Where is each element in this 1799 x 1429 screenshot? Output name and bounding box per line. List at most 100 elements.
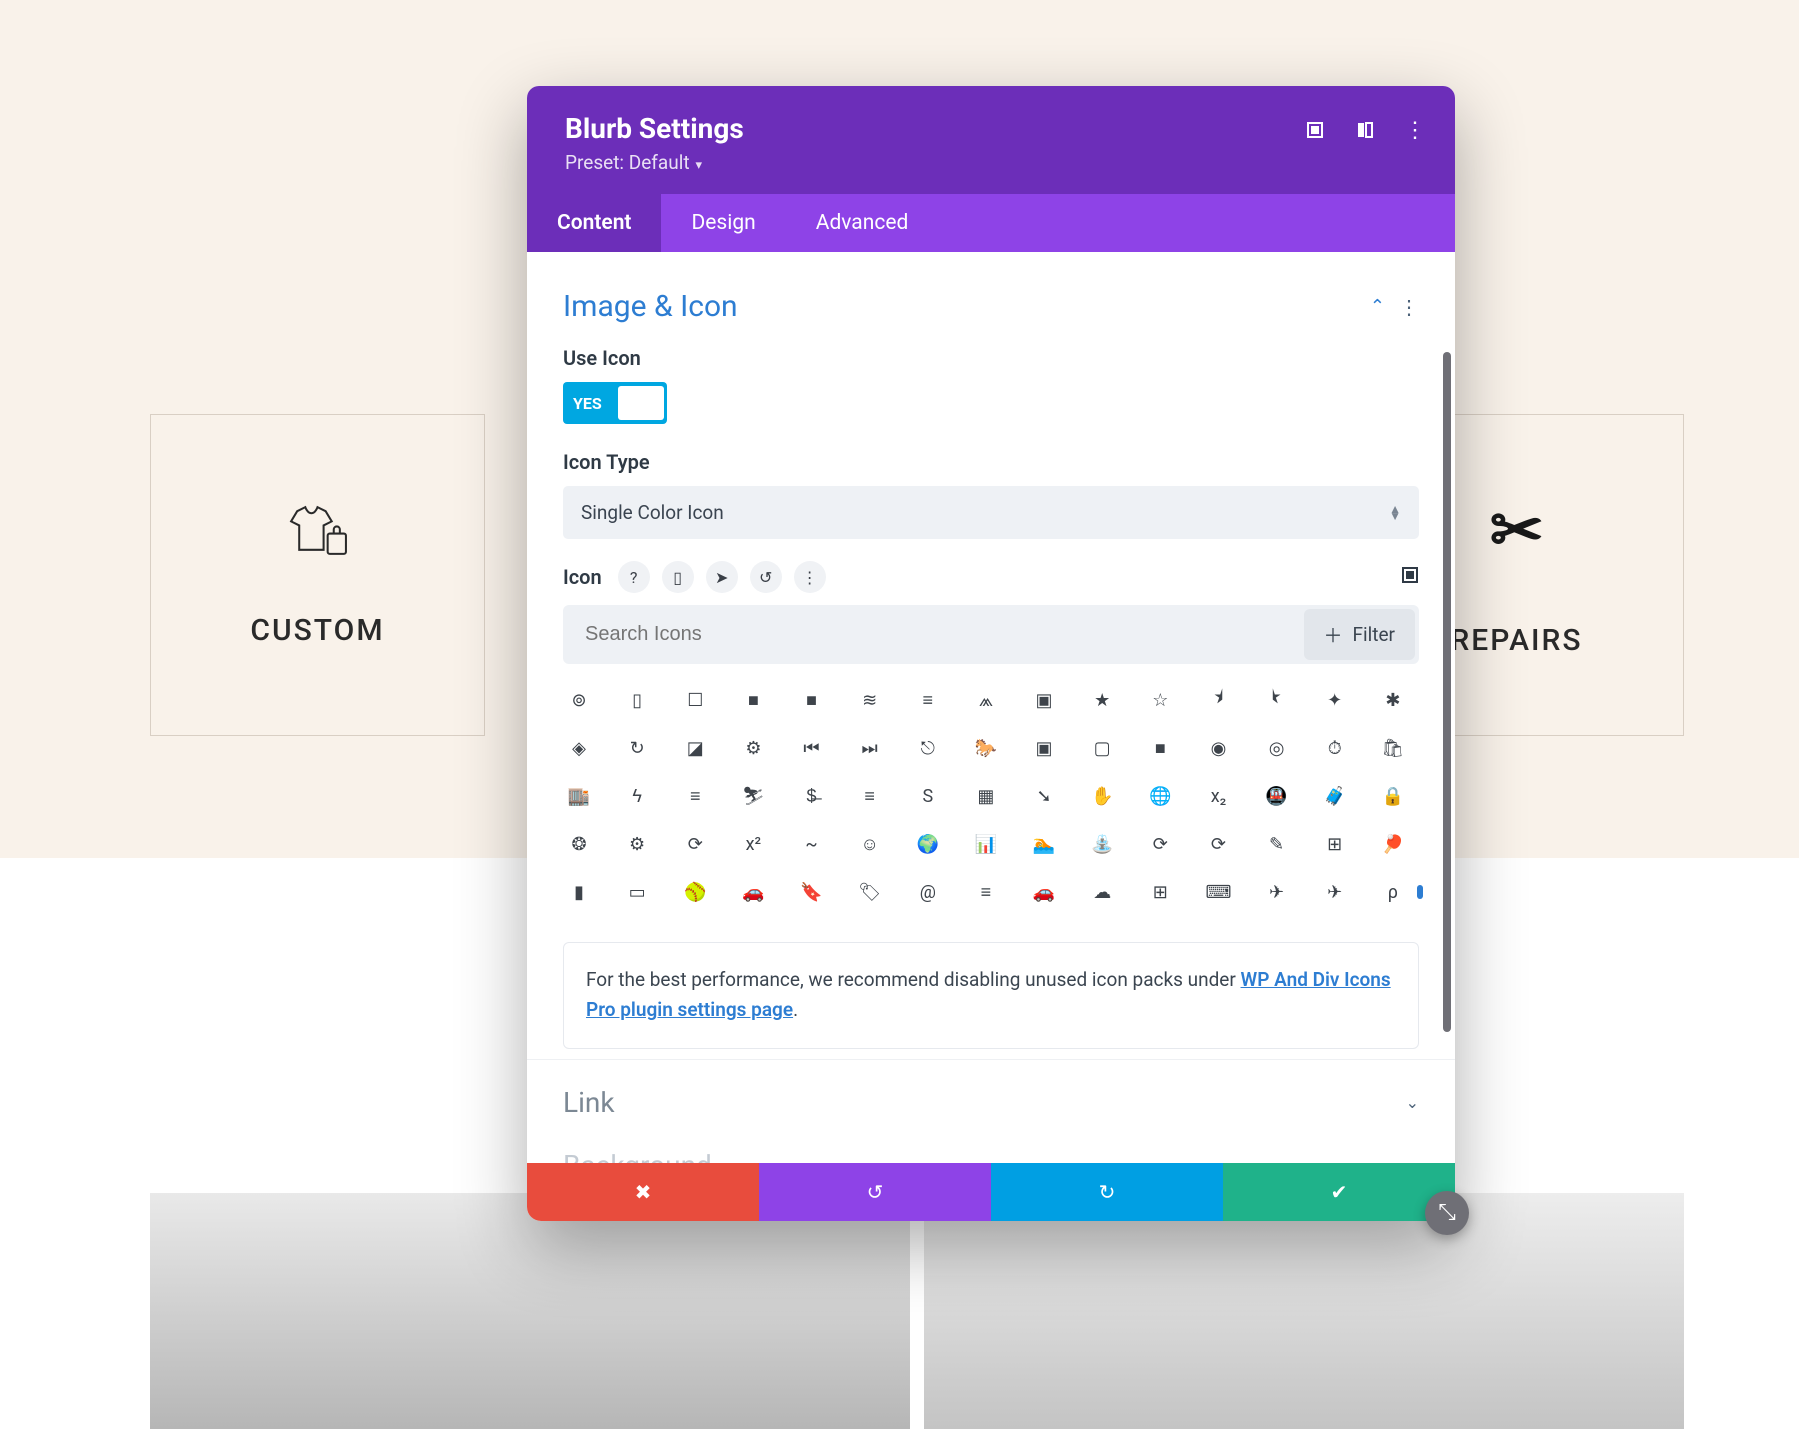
more-icon[interactable]: ⋮ bbox=[794, 561, 826, 593]
icon-option[interactable]: 🥎 bbox=[681, 878, 709, 906]
icon-option[interactable]: ≋ bbox=[856, 686, 884, 714]
icon-option[interactable]: ✋ bbox=[1088, 782, 1116, 810]
icon-option[interactable]: 🏷 bbox=[856, 878, 884, 906]
icon-option[interactable]: ⟳ bbox=[1146, 830, 1174, 858]
icon-option[interactable]: ☆ bbox=[1146, 686, 1174, 714]
icon-option[interactable]: 🛍 bbox=[1379, 734, 1407, 762]
more-icon[interactable] bbox=[1405, 120, 1425, 140]
icon-option[interactable]: ⛲ bbox=[1088, 830, 1116, 858]
save-button[interactable]: ✔ bbox=[1223, 1163, 1455, 1221]
toggle-use-icon[interactable]: YES bbox=[563, 382, 667, 424]
icon-option[interactable]: ⚙ bbox=[623, 830, 651, 858]
icon-option[interactable]: ⏱ bbox=[1321, 734, 1349, 762]
icon-option[interactable]: ⏭ bbox=[856, 734, 884, 762]
icon-option[interactable]: 📊 bbox=[972, 830, 1000, 858]
icon-option[interactable]: ≡ bbox=[972, 878, 1000, 906]
icon-option[interactable]: ▮ bbox=[565, 878, 593, 906]
icon-option[interactable]: ☁ bbox=[1088, 878, 1116, 906]
icon-option[interactable]: 🚇 bbox=[1263, 782, 1291, 810]
icon-option[interactable]: 🔖 bbox=[798, 878, 826, 906]
icon-option[interactable]: ⯩ bbox=[1263, 686, 1291, 714]
section-title-image-icon[interactable]: Image & Icon bbox=[563, 289, 738, 324]
icon-option[interactable]: @ bbox=[914, 878, 942, 906]
icon-option[interactable]: 🔒 bbox=[1379, 782, 1407, 810]
search-icons-input[interactable] bbox=[563, 605, 1300, 664]
icon-option[interactable]: ~ bbox=[798, 830, 826, 858]
section-more-icon[interactable] bbox=[1399, 295, 1419, 319]
icon-option[interactable]: ⊞ bbox=[1146, 878, 1174, 906]
icon-option[interactable]: ☺ bbox=[856, 830, 884, 858]
icon-option[interactable]: ▣ bbox=[1030, 734, 1058, 762]
undo-icon[interactable]: ↺ bbox=[750, 561, 782, 593]
icon-option[interactable]: ϟ bbox=[623, 782, 651, 810]
icon-option[interactable]: ≡ bbox=[681, 782, 709, 810]
section-link[interactable]: Link ⌄ bbox=[527, 1059, 1455, 1145]
icon-option[interactable]: ➘ bbox=[1030, 782, 1058, 810]
icon-option[interactable]: ✈ bbox=[1321, 878, 1349, 906]
tab-content[interactable]: Content bbox=[527, 194, 661, 252]
expand-icon-picker[interactable] bbox=[1401, 566, 1419, 589]
icon-option[interactable]: ■ bbox=[739, 686, 767, 714]
icon-option[interactable]: ☐ bbox=[681, 686, 709, 714]
icon-option[interactable]: 🚗 bbox=[739, 878, 767, 906]
filter-button[interactable]: ＋ Filter bbox=[1304, 609, 1416, 660]
icon-option[interactable]: 🐎 bbox=[972, 734, 1000, 762]
help-icon[interactable]: ? bbox=[618, 561, 650, 593]
icon-option[interactable]: ▣ bbox=[1030, 686, 1058, 714]
icon-option[interactable]: ❂ bbox=[565, 830, 593, 858]
mobile-icon[interactable]: ▯ bbox=[662, 561, 694, 593]
icon-option[interactable]: S bbox=[914, 782, 942, 810]
icon-option[interactable]: ↻ bbox=[623, 734, 651, 762]
icon-option[interactable]: ⟳ bbox=[1204, 830, 1232, 858]
blurb-card-custom[interactable]: CUSTOM bbox=[150, 414, 485, 736]
icon-option[interactable]: ⯨ bbox=[1204, 686, 1232, 714]
icon-option[interactable]: 🏓 bbox=[1379, 830, 1407, 858]
icon-option[interactable]: ≡ bbox=[856, 782, 884, 810]
icon-option[interactable]: $̶ bbox=[798, 782, 826, 810]
icon-option[interactable]: ▯ bbox=[623, 686, 651, 714]
icon-option[interactable]: ▦ bbox=[972, 782, 1000, 810]
redo-button[interactable]: ↻ bbox=[991, 1163, 1223, 1221]
icon-option[interactable]: ⊚ bbox=[565, 686, 593, 714]
icon-option[interactable]: ★ bbox=[1088, 686, 1116, 714]
icon-option[interactable]: ◎ bbox=[1263, 734, 1291, 762]
icon-option[interactable]: ⚙ bbox=[739, 734, 767, 762]
icon-option[interactable]: 🏊 bbox=[1030, 830, 1058, 858]
icon-option[interactable]: ⩕ bbox=[972, 686, 1000, 714]
icon-option[interactable]: x² bbox=[739, 830, 767, 858]
icon-option[interactable]: 🚗 bbox=[1030, 878, 1058, 906]
icon-option[interactable]: ▭ bbox=[623, 878, 651, 906]
icon-option[interactable]: ρ bbox=[1379, 878, 1407, 906]
icon-option[interactable]: ⟳ bbox=[681, 830, 709, 858]
tab-design[interactable]: Design bbox=[661, 194, 785, 252]
icon-option[interactable]: ⌨ bbox=[1204, 878, 1232, 906]
panel-scrollbar[interactable] bbox=[1443, 352, 1451, 1032]
icon-option[interactable]: 🌐 bbox=[1146, 782, 1174, 810]
icon-option[interactable]: 🏬 bbox=[565, 782, 593, 810]
chevron-up-icon[interactable]: ⌃ bbox=[1370, 296, 1385, 317]
icon-option[interactable]: 🧳 bbox=[1321, 782, 1349, 810]
icon-option[interactable]: ⏮ bbox=[798, 734, 826, 762]
icon-option[interactable]: ⛷ bbox=[739, 782, 767, 810]
sidebar-toggle-icon[interactable] bbox=[1355, 120, 1375, 140]
icon-option[interactable]: ■ bbox=[798, 686, 826, 714]
icon-option[interactable]: ✎ bbox=[1263, 830, 1291, 858]
cursor-icon[interactable]: ➤ bbox=[706, 561, 738, 593]
icon-option[interactable]: x₂ bbox=[1204, 782, 1232, 810]
cancel-button[interactable]: ✖ bbox=[527, 1163, 759, 1221]
undo-button[interactable]: ↺ bbox=[759, 1163, 991, 1221]
icon-option[interactable]: 🌍 bbox=[914, 830, 942, 858]
icon-option[interactable]: ✈ bbox=[1263, 878, 1291, 906]
icon-option[interactable]: ▢ bbox=[1088, 734, 1116, 762]
icon-option[interactable]: ◉ bbox=[1204, 734, 1232, 762]
icon-option[interactable]: ◈ bbox=[565, 734, 593, 762]
icon-grid-scrollbar[interactable] bbox=[1417, 885, 1423, 899]
icon-option[interactable]: ⎋ bbox=[914, 734, 942, 762]
icon-option[interactable]: ⊞ bbox=[1321, 830, 1349, 858]
select-icon-type[interactable]: Single Color Icon ▲▼ bbox=[563, 486, 1419, 539]
icon-option[interactable]: ■ bbox=[1146, 734, 1174, 762]
icon-option[interactable]: ✱ bbox=[1379, 686, 1407, 714]
icon-option[interactable]: ≡ bbox=[914, 686, 942, 714]
expand-icon[interactable] bbox=[1305, 120, 1325, 140]
resize-handle[interactable]: ⤡ bbox=[1425, 1191, 1469, 1235]
